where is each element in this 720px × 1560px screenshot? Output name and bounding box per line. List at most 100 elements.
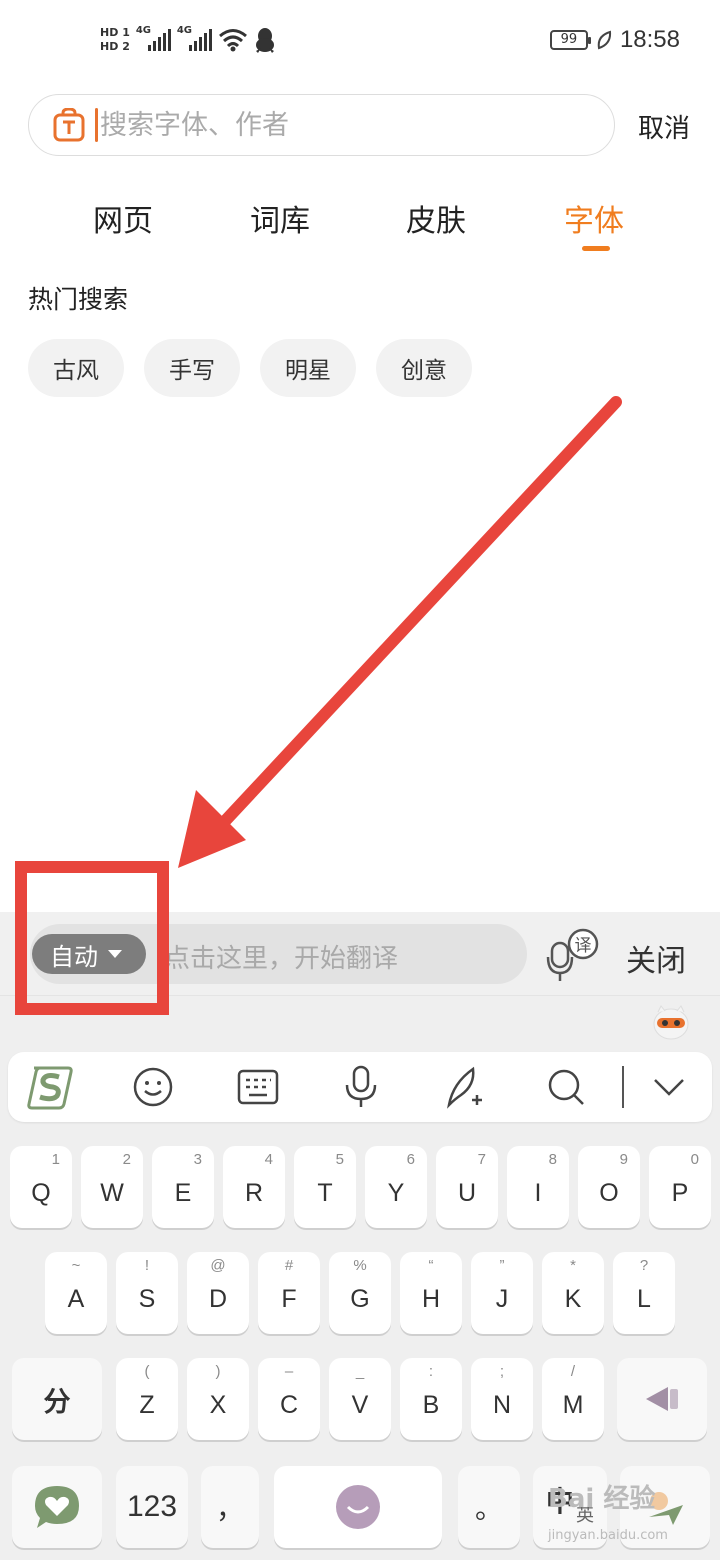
key-label: J [495,1284,509,1313]
key-sub: 1 [51,1151,60,1168]
keyboard-icon[interactable] [233,1062,283,1112]
key-u[interactable]: 7U [436,1146,498,1228]
tab-font[interactable]: 字体 [564,196,624,240]
toolbar-divider [622,1066,624,1108]
period-key[interactable]: 。 [458,1466,520,1548]
key-o[interactable]: 9O [578,1146,640,1228]
hot-chip[interactable]: 明星 [260,339,356,397]
heart-bubble-icon [35,1486,79,1528]
key-v[interactable]: _ V [329,1358,391,1440]
auto-mode-dropdown[interactable]: 自动 [32,934,146,974]
key-n[interactable]: ; N [471,1358,533,1440]
key-label: A [67,1284,85,1313]
search-input[interactable] [100,109,570,141]
key-k[interactable]: * K [542,1252,604,1334]
text-cursor [95,108,98,142]
keyboard-toolbar [8,1052,712,1122]
clock: 18:58 [619,26,680,53]
voice-translate-icon[interactable]: 译 [546,927,600,983]
hd1-label: HD [100,26,119,39]
key-y[interactable]: 6Y [365,1146,427,1228]
watermark-url: jingyan.baidu.com [548,1528,668,1543]
handwriting-icon[interactable] [440,1062,490,1112]
dropdown-arrow-icon [108,950,122,958]
comma-key[interactable]: ， [201,1466,259,1548]
microphone-icon[interactable] [336,1062,386,1112]
search-icon[interactable] [541,1062,591,1112]
key-r[interactable]: 4R [223,1146,285,1228]
key-p[interactable]: 0P [649,1146,711,1228]
key-i[interactable]: 8I [507,1146,569,1228]
key-s[interactable]: ! S [116,1252,178,1334]
tab-web[interactable]: 网页 [93,196,153,240]
key-sub: ) [215,1363,221,1380]
font-bag-icon [53,108,85,142]
signal-1-icon: 4G [136,25,171,51]
key-sub: 6 [406,1151,415,1168]
key-c[interactable]: – C [258,1358,320,1440]
key-q[interactable]: 1Q [10,1146,72,1228]
translate-bar: 自动 点击这里，开始翻译 译 关闭 [0,912,720,996]
search-box[interactable] [28,94,615,156]
key-a[interactable]: ~ A [45,1252,107,1334]
hot-chip[interactable]: 古风 [28,339,124,397]
key-sub: @ [210,1257,226,1274]
comma-label: ， [215,1492,244,1525]
signal-2-gen: 4G [176,25,193,36]
key-z[interactable]: (Z [116,1358,178,1440]
key-sub: 9 [619,1151,628,1168]
auto-mode-label: 自动 [50,942,98,971]
key-label: X [209,1390,227,1419]
key-sub: ! [144,1257,150,1274]
key-sub: “ [428,1257,434,1274]
voice-chat-key[interactable] [12,1466,102,1548]
key-g[interactable]: % G [329,1252,391,1334]
close-button[interactable]: 关闭 [626,936,686,980]
key-d[interactable]: @ D [187,1252,249,1334]
key-label: M [562,1390,584,1419]
tab-lexicon[interactable]: 词库 [250,196,310,240]
translate-input[interactable]: 自动 点击这里，开始翻译 [30,924,527,984]
key-label: Y [387,1178,405,1207]
key-w[interactable]: 2W [81,1146,143,1228]
smile-space-icon [336,1485,380,1529]
mascot-icon[interactable] [652,1004,690,1040]
key-j[interactable]: ” J [471,1252,533,1334]
numbers-label: 123 [126,1490,178,1523]
emoji-icon[interactable] [128,1062,178,1112]
translate-badge: 译 [575,936,592,956]
key-label: Q [31,1178,51,1207]
hot-chip[interactable]: 创意 [376,339,472,397]
signal-2-icon: 4G [177,25,212,51]
key-x[interactable]: ) X [187,1358,249,1440]
key-label: R [244,1178,264,1207]
key-l[interactable]: ? L [613,1252,675,1334]
active-tab-indicator [582,246,610,251]
hot-chip[interactable]: 手写 [144,339,240,397]
tab-skin[interactable]: 皮肤 [406,196,466,240]
collapse-icon[interactable] [644,1062,694,1112]
numbers-key[interactable]: 123 [116,1466,188,1548]
key-sub: ? [639,1257,649,1274]
key-h[interactable]: “H [400,1252,462,1334]
split-key[interactable]: 分 [12,1358,102,1440]
cancel-button[interactable]: 取消 [638,108,690,145]
split-label: 分 [43,1386,71,1418]
annotation-arrow-shaft [206,396,622,841]
sogou-logo-icon[interactable] [26,1062,76,1112]
key-t[interactable]: 5T [294,1146,356,1228]
key-sub: % [353,1257,367,1274]
key-b[interactable]: :B [400,1358,462,1440]
key-label: Z [139,1390,155,1419]
key-sub: : [428,1363,434,1380]
key-f[interactable]: # F [258,1252,320,1334]
backspace-key[interactable] [617,1358,707,1440]
key-sub: # [284,1257,294,1274]
annotation-arrow-head [178,790,246,868]
hot-search-chips: 古风 手写 明星 创意 [28,339,472,397]
key-sub: 5 [335,1151,344,1168]
key-e[interactable]: 3E [152,1146,214,1228]
space-key[interactable] [274,1466,442,1548]
key-m[interactable]: / M [542,1358,604,1440]
battery-level: 99 [560,32,578,47]
